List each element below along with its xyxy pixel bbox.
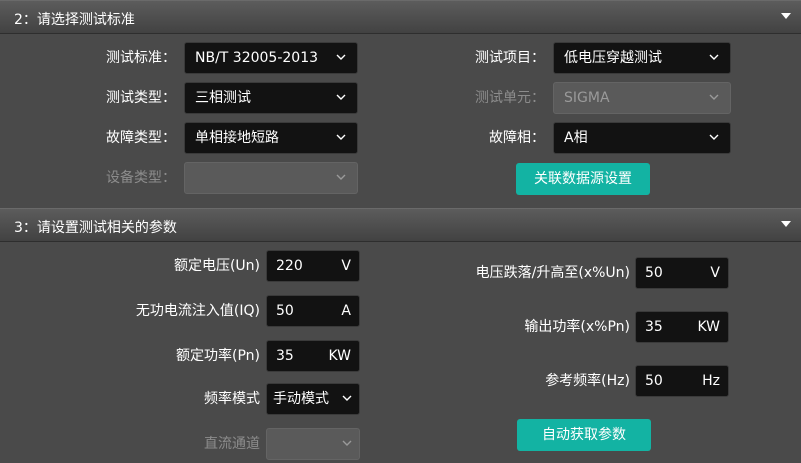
- voltage-drop-input[interactable]: 50 V: [635, 257, 729, 289]
- section-3-title: 3：请设置测试相关的参数: [14, 220, 177, 236]
- chevron-down-icon: [334, 90, 348, 104]
- collapse-triangle-icon[interactable]: [781, 221, 791, 227]
- test-type-label: 测试类型：: [106, 90, 176, 106]
- test-item-label: 测试项目：: [475, 50, 545, 66]
- test-unit-select: SIGMA: [553, 82, 731, 114]
- test-type-select[interactable]: 三相测试: [184, 82, 358, 114]
- test-type-select-value: 三相测试: [195, 90, 251, 106]
- fault-type-label: 故障类型：: [106, 130, 176, 146]
- output-power-label: 输出功率(x%Pn): [524, 319, 630, 335]
- rated-power-input[interactable]: 35 KW: [266, 340, 360, 372]
- device-type-select: [184, 162, 358, 194]
- standard-select[interactable]: NB/T 32005-2013: [184, 42, 358, 74]
- chevron-down-icon: [707, 90, 721, 104]
- freq-mode-select[interactable]: 手动模式: [266, 383, 360, 415]
- test-unit-label: 测试单元：: [475, 90, 545, 106]
- output-power-unit: KW: [697, 319, 720, 335]
- reactive-current-unit: A: [341, 303, 351, 319]
- chevron-down-icon: [334, 130, 348, 144]
- voltage-drop-value: 50: [645, 265, 663, 281]
- auto-fetch-params-button[interactable]: 自动获取参数: [517, 419, 651, 451]
- test-item-select-value: 低电压穿越测试: [564, 50, 662, 66]
- voltage-drop-label: 电压跌落/升高至(x%Un): [475, 265, 630, 281]
- rated-voltage-unit: V: [341, 258, 351, 274]
- reactive-current-input[interactable]: 50 A: [266, 295, 360, 327]
- ref-freq-input[interactable]: 50 Hz: [635, 365, 729, 397]
- chevron-down-icon: [340, 436, 354, 450]
- ref-freq-label: 参考频率(Hz): [545, 373, 630, 389]
- section-2-title: 2：请选择测试标准: [14, 12, 135, 28]
- test-unit-select-value: SIGMA: [564, 90, 610, 106]
- ref-freq-unit: Hz: [702, 373, 720, 389]
- ref-freq-value: 50: [645, 373, 663, 389]
- fault-type-select[interactable]: 单相接地短路: [184, 122, 358, 154]
- section-3-header[interactable]: 3：请设置测试相关的参数: [0, 208, 801, 242]
- device-type-label: 设备类型：: [106, 170, 176, 186]
- freq-mode-select-value: 手动模式: [273, 391, 329, 407]
- voltage-drop-unit: V: [710, 265, 720, 281]
- freq-mode-label: 频率模式: [204, 391, 260, 407]
- fault-phase-label: 故障相：: [489, 130, 545, 146]
- chevron-down-icon: [707, 130, 721, 144]
- standard-label: 测试标准：: [106, 50, 176, 66]
- rated-voltage-label: 额定电压(Un): [173, 258, 260, 274]
- rated-voltage-value: 220: [276, 258, 303, 274]
- chevron-down-icon: [340, 391, 354, 405]
- link-datasource-button[interactable]: 关联数据源设置: [516, 163, 650, 195]
- output-power-value: 35: [645, 319, 663, 335]
- chevron-down-icon: [334, 170, 348, 184]
- rated-voltage-input[interactable]: 220 V: [266, 250, 360, 282]
- chevron-down-icon: [334, 50, 348, 64]
- fault-type-select-value: 单相接地短路: [195, 130, 279, 146]
- test-item-select[interactable]: 低电压穿越测试: [553, 42, 731, 74]
- dc-channel-label: 直流通道: [204, 436, 260, 452]
- fault-phase-select[interactable]: A相: [553, 122, 731, 154]
- dc-channel-select: [266, 428, 360, 460]
- rated-power-label: 额定功率(Pn): [176, 348, 260, 364]
- rated-power-unit: KW: [328, 348, 351, 364]
- standard-select-value: NB/T 32005-2013: [195, 50, 319, 66]
- fault-phase-select-value: A相: [564, 130, 588, 146]
- reactive-current-value: 50: [276, 303, 294, 319]
- chevron-down-icon: [707, 50, 721, 64]
- collapse-triangle-icon[interactable]: [781, 13, 791, 19]
- rated-power-value: 35: [276, 348, 294, 364]
- section-2-header[interactable]: 2：请选择测试标准: [0, 0, 801, 34]
- output-power-input[interactable]: 35 KW: [635, 311, 729, 343]
- reactive-current-label: 无功电流注入值(IQ): [135, 303, 260, 319]
